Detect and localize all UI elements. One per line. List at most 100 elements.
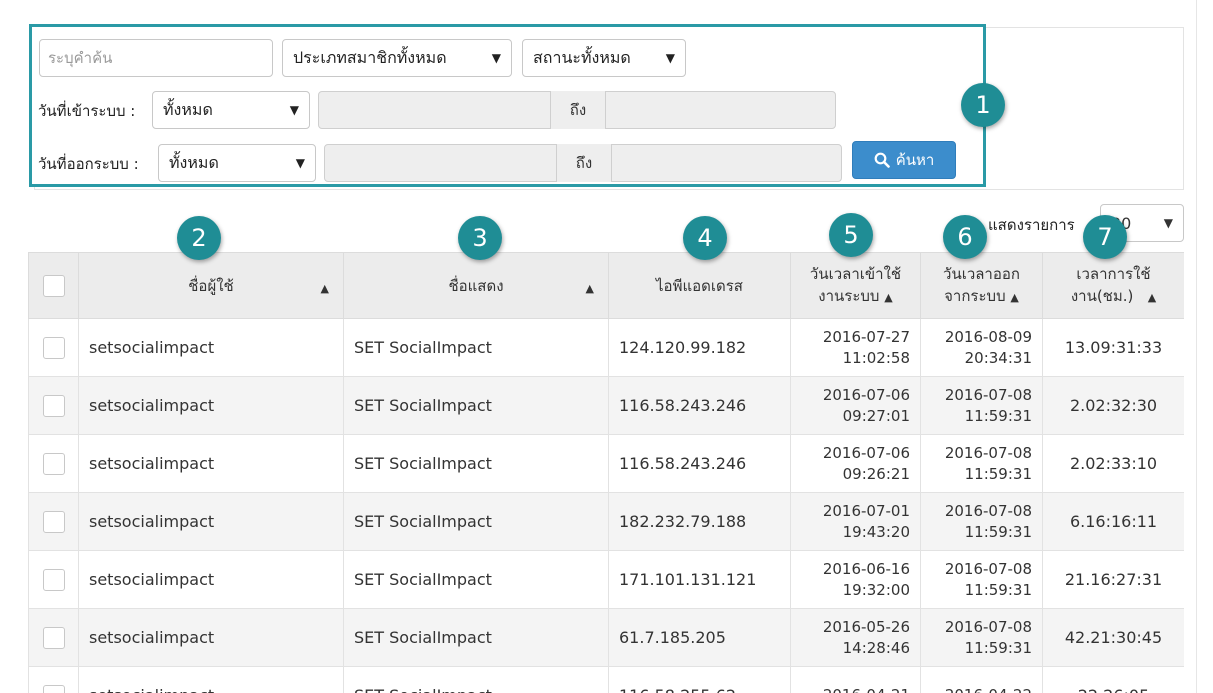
logout-date-value: ทั้งหมด	[169, 152, 219, 172]
login-time: 14:28:46	[842, 638, 910, 657]
cell-username: setsocialimpact	[78, 318, 344, 377]
table-row[interactable]: setsocialimpact SET SocialImpact 116.58.…	[28, 666, 1184, 693]
cell-ip: 61.7.185.205	[608, 608, 791, 667]
login-date: 2016-04-21	[801, 685, 910, 693]
search-icon	[874, 152, 890, 168]
login-date-label: วันที่เข้าระบบ :	[38, 102, 136, 120]
cell-login-time: 2016-07-06 09:26:21	[790, 434, 921, 493]
select-all-checkbox[interactable]	[42, 274, 65, 297]
cell-display-name: SET SocialImpact	[343, 434, 609, 493]
cell-display-name: SET SocialImpact	[343, 376, 609, 435]
table-row[interactable]: setsocialimpact SET SocialImpact 116.58.…	[28, 376, 1184, 435]
login-time: 09:26:21	[842, 464, 910, 483]
cell-logout-time: 2016-08-09 20:34:31	[920, 318, 1043, 377]
row-checkbox[interactable]	[42, 684, 65, 693]
cell-login-time: 2016-07-06 09:27:01	[790, 376, 921, 435]
login-time: 19:32:00	[842, 580, 910, 599]
table-row[interactable]: setsocialimpact SET SocialImpact 61.7.18…	[28, 608, 1184, 667]
cell-logout-time: 2016-07-08 11:59:31	[920, 376, 1043, 435]
table-row[interactable]: setsocialimpact SET SocialImpact 182.232…	[28, 492, 1184, 551]
logout-to-addon: ถึง	[556, 144, 612, 182]
sort-up-icon: ▲	[585, 281, 594, 295]
status-select[interactable]: สถานะทั้งหมด ▼	[522, 39, 686, 77]
badge-2: 2	[177, 216, 221, 260]
page-size-label: แสดงรายการ	[988, 216, 1075, 234]
logout-time: 11:59:31	[964, 522, 1032, 541]
page: ระบุคำค้น ประเภทสมาชิกทั้งหมด ▼ สถานะทั้…	[0, 0, 1213, 693]
row-checkbox[interactable]	[42, 452, 65, 475]
search-button[interactable]: ค้นหา	[852, 141, 956, 179]
scrollbar[interactable]	[1196, 0, 1213, 693]
cell-login-time: 2016-04-21	[790, 666, 921, 693]
login-time: 11:02:58	[842, 348, 910, 367]
cell-logout-time: 2016-07-08 11:59:31	[920, 550, 1043, 609]
cell-logout-time: 2016-07-08 11:59:31	[920, 492, 1043, 551]
cell-duration: 6.16:16:11	[1042, 492, 1184, 551]
header-display-name[interactable]: ชื่อแสดง ▲	[343, 252, 609, 319]
logout-date-range: ถึง	[324, 144, 842, 182]
header-duration-line2: งาน(ชม.)	[1070, 286, 1134, 305]
cell-ip: 182.232.79.188	[608, 492, 791, 551]
login-date: 2016-07-06	[822, 443, 910, 462]
login-date-value: ทั้งหมด	[163, 99, 213, 119]
chevron-down-icon: ▼	[665, 51, 675, 65]
header-login-line2: งานระบบ	[818, 286, 880, 305]
header-username-label: ชื่อผู้ใช้	[188, 276, 234, 295]
badge-3: 3	[458, 216, 502, 260]
badge-7: 7	[1083, 215, 1127, 259]
cell-username: setsocialimpact	[78, 434, 344, 493]
login-date: 2016-07-27	[822, 327, 910, 346]
cell-ip: 124.120.99.182	[608, 318, 791, 377]
header-logout-time[interactable]: วันเวลาออก จากระบบ ▲	[920, 252, 1043, 319]
row-checkbox[interactable]	[42, 394, 65, 417]
login-date: 2016-07-06	[822, 385, 910, 404]
logout-date: 2016-07-08	[944, 501, 1032, 520]
table-row[interactable]: setsocialimpact SET SocialImpact 116.58.…	[28, 434, 1184, 493]
chevron-down-icon: ▼	[289, 103, 299, 117]
header-logout-line1: วันเวลาออก	[943, 264, 1020, 283]
login-time: 19:43:20	[842, 522, 910, 541]
logout-date: 2016-07-08	[944, 443, 1032, 462]
cell-logout-time: 2016-07-08 11:59:31	[920, 608, 1043, 667]
login-date: 2016-05-26	[822, 617, 910, 636]
row-checkbox[interactable]	[42, 568, 65, 591]
login-date: 2016-06-16	[822, 559, 910, 578]
logout-date: 2016-07-08	[944, 617, 1032, 636]
member-type-select[interactable]: ประเภทสมาชิกทั้งหมด ▼	[282, 39, 512, 77]
logout-date: 2016-04-22	[931, 685, 1032, 693]
row-checkbox[interactable]	[42, 510, 65, 533]
cell-display-name: SET SocialImpact	[343, 666, 609, 693]
row-checkbox[interactable]	[42, 336, 65, 359]
status-value: สถานะทั้งหมด	[533, 47, 631, 67]
cell-display-name: SET SocialImpact	[343, 550, 609, 609]
badge-4: 4	[683, 216, 727, 260]
header-ip[interactable]: ไอพีแอดเดรส	[608, 252, 791, 319]
search-input[interactable]: ระบุคำค้น	[39, 39, 273, 77]
cell-logout-time: 2016-07-08 11:59:31	[920, 434, 1043, 493]
cell-username: setsocialimpact	[78, 608, 344, 667]
cell-login-time: 2016-07-27 11:02:58	[790, 318, 921, 377]
search-button-label: ค้นหา	[895, 151, 935, 169]
header-duration[interactable]: เวลาการใช้ งาน(ชม.) ▲	[1042, 252, 1184, 319]
logout-date-select[interactable]: ทั้งหมด ▼	[158, 144, 316, 182]
login-time: 09:27:01	[842, 406, 910, 425]
cell-display-name: SET SocialImpact	[343, 492, 609, 551]
table-row[interactable]: setsocialimpact SET SocialImpact 171.101…	[28, 550, 1184, 609]
table-row[interactable]: setsocialimpact SET SocialImpact 124.120…	[28, 318, 1184, 377]
cell-ip: 171.101.131.121	[608, 550, 791, 609]
row-checkbox[interactable]	[42, 626, 65, 649]
login-date-select[interactable]: ทั้งหมด ▼	[152, 91, 310, 129]
sort-up-icon: ▲	[1147, 290, 1157, 304]
login-to-addon: ถึง	[550, 91, 606, 129]
cell-logout-time: 2016-04-22	[920, 666, 1043, 693]
login-date-range: ถึง	[318, 91, 836, 129]
header-ip-label: ไอพีแอดเดรส	[656, 276, 743, 295]
logout-time: 20:34:31	[964, 348, 1032, 367]
header-duration-line1: เวลาการใช้	[1076, 264, 1151, 283]
filter-highlight-box: ระบุคำค้น ประเภทสมาชิกทั้งหมด ▼ สถานะทั้…	[29, 24, 986, 187]
header-login-time[interactable]: วันเวลาเข้าใช้ งานระบบ ▲	[790, 252, 921, 319]
cell-duration: 22.26:05	[1042, 666, 1184, 693]
cell-duration: 42.21:30:45	[1042, 608, 1184, 667]
cell-username: setsocialimpact	[78, 550, 344, 609]
header-username[interactable]: ชื่อผู้ใช้ ▲	[78, 252, 344, 319]
